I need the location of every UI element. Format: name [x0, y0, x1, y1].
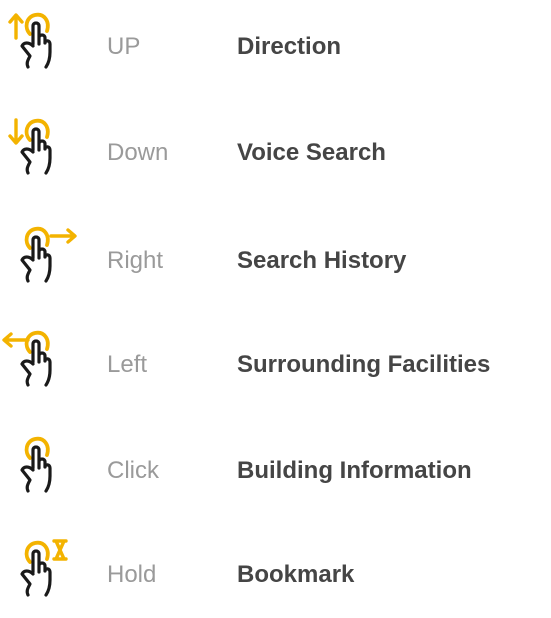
swipe-down-icon [4, 116, 84, 186]
action-label: Surrounding Facilities [237, 351, 491, 378]
gesture-label: Left [107, 351, 148, 378]
gesture-row-left: Left Surrounding Facilities [0, 328, 551, 408]
gesture-label: Click [107, 457, 159, 484]
gesture-row-down: Down Voice Search [0, 116, 551, 196]
gesture-row-up: UP Direction [0, 10, 551, 90]
tap-icon [4, 434, 84, 504]
gesture-row-right: Right Search History [0, 224, 551, 304]
gesture-label: Down [107, 139, 169, 166]
gesture-row-hold: Hold Bookmark [0, 538, 551, 618]
action-label: Search History [237, 247, 407, 274]
action-label: Direction [237, 33, 342, 60]
gesture-row-click: Click Building Information [0, 434, 551, 514]
gesture-label: UP [107, 33, 141, 60]
swipe-right-icon [4, 224, 84, 294]
gesture-list: UP Direction Down Voice Search Right Sea [0, 0, 551, 600]
gesture-label: Right [107, 247, 164, 274]
gesture-label: Hold [107, 561, 157, 588]
action-label: Building Information [237, 457, 472, 484]
long-press-icon [4, 538, 84, 608]
swipe-up-icon [4, 10, 84, 80]
action-label: Bookmark [237, 561, 355, 588]
swipe-left-icon [2, 328, 84, 398]
action-label: Voice Search [237, 139, 386, 166]
